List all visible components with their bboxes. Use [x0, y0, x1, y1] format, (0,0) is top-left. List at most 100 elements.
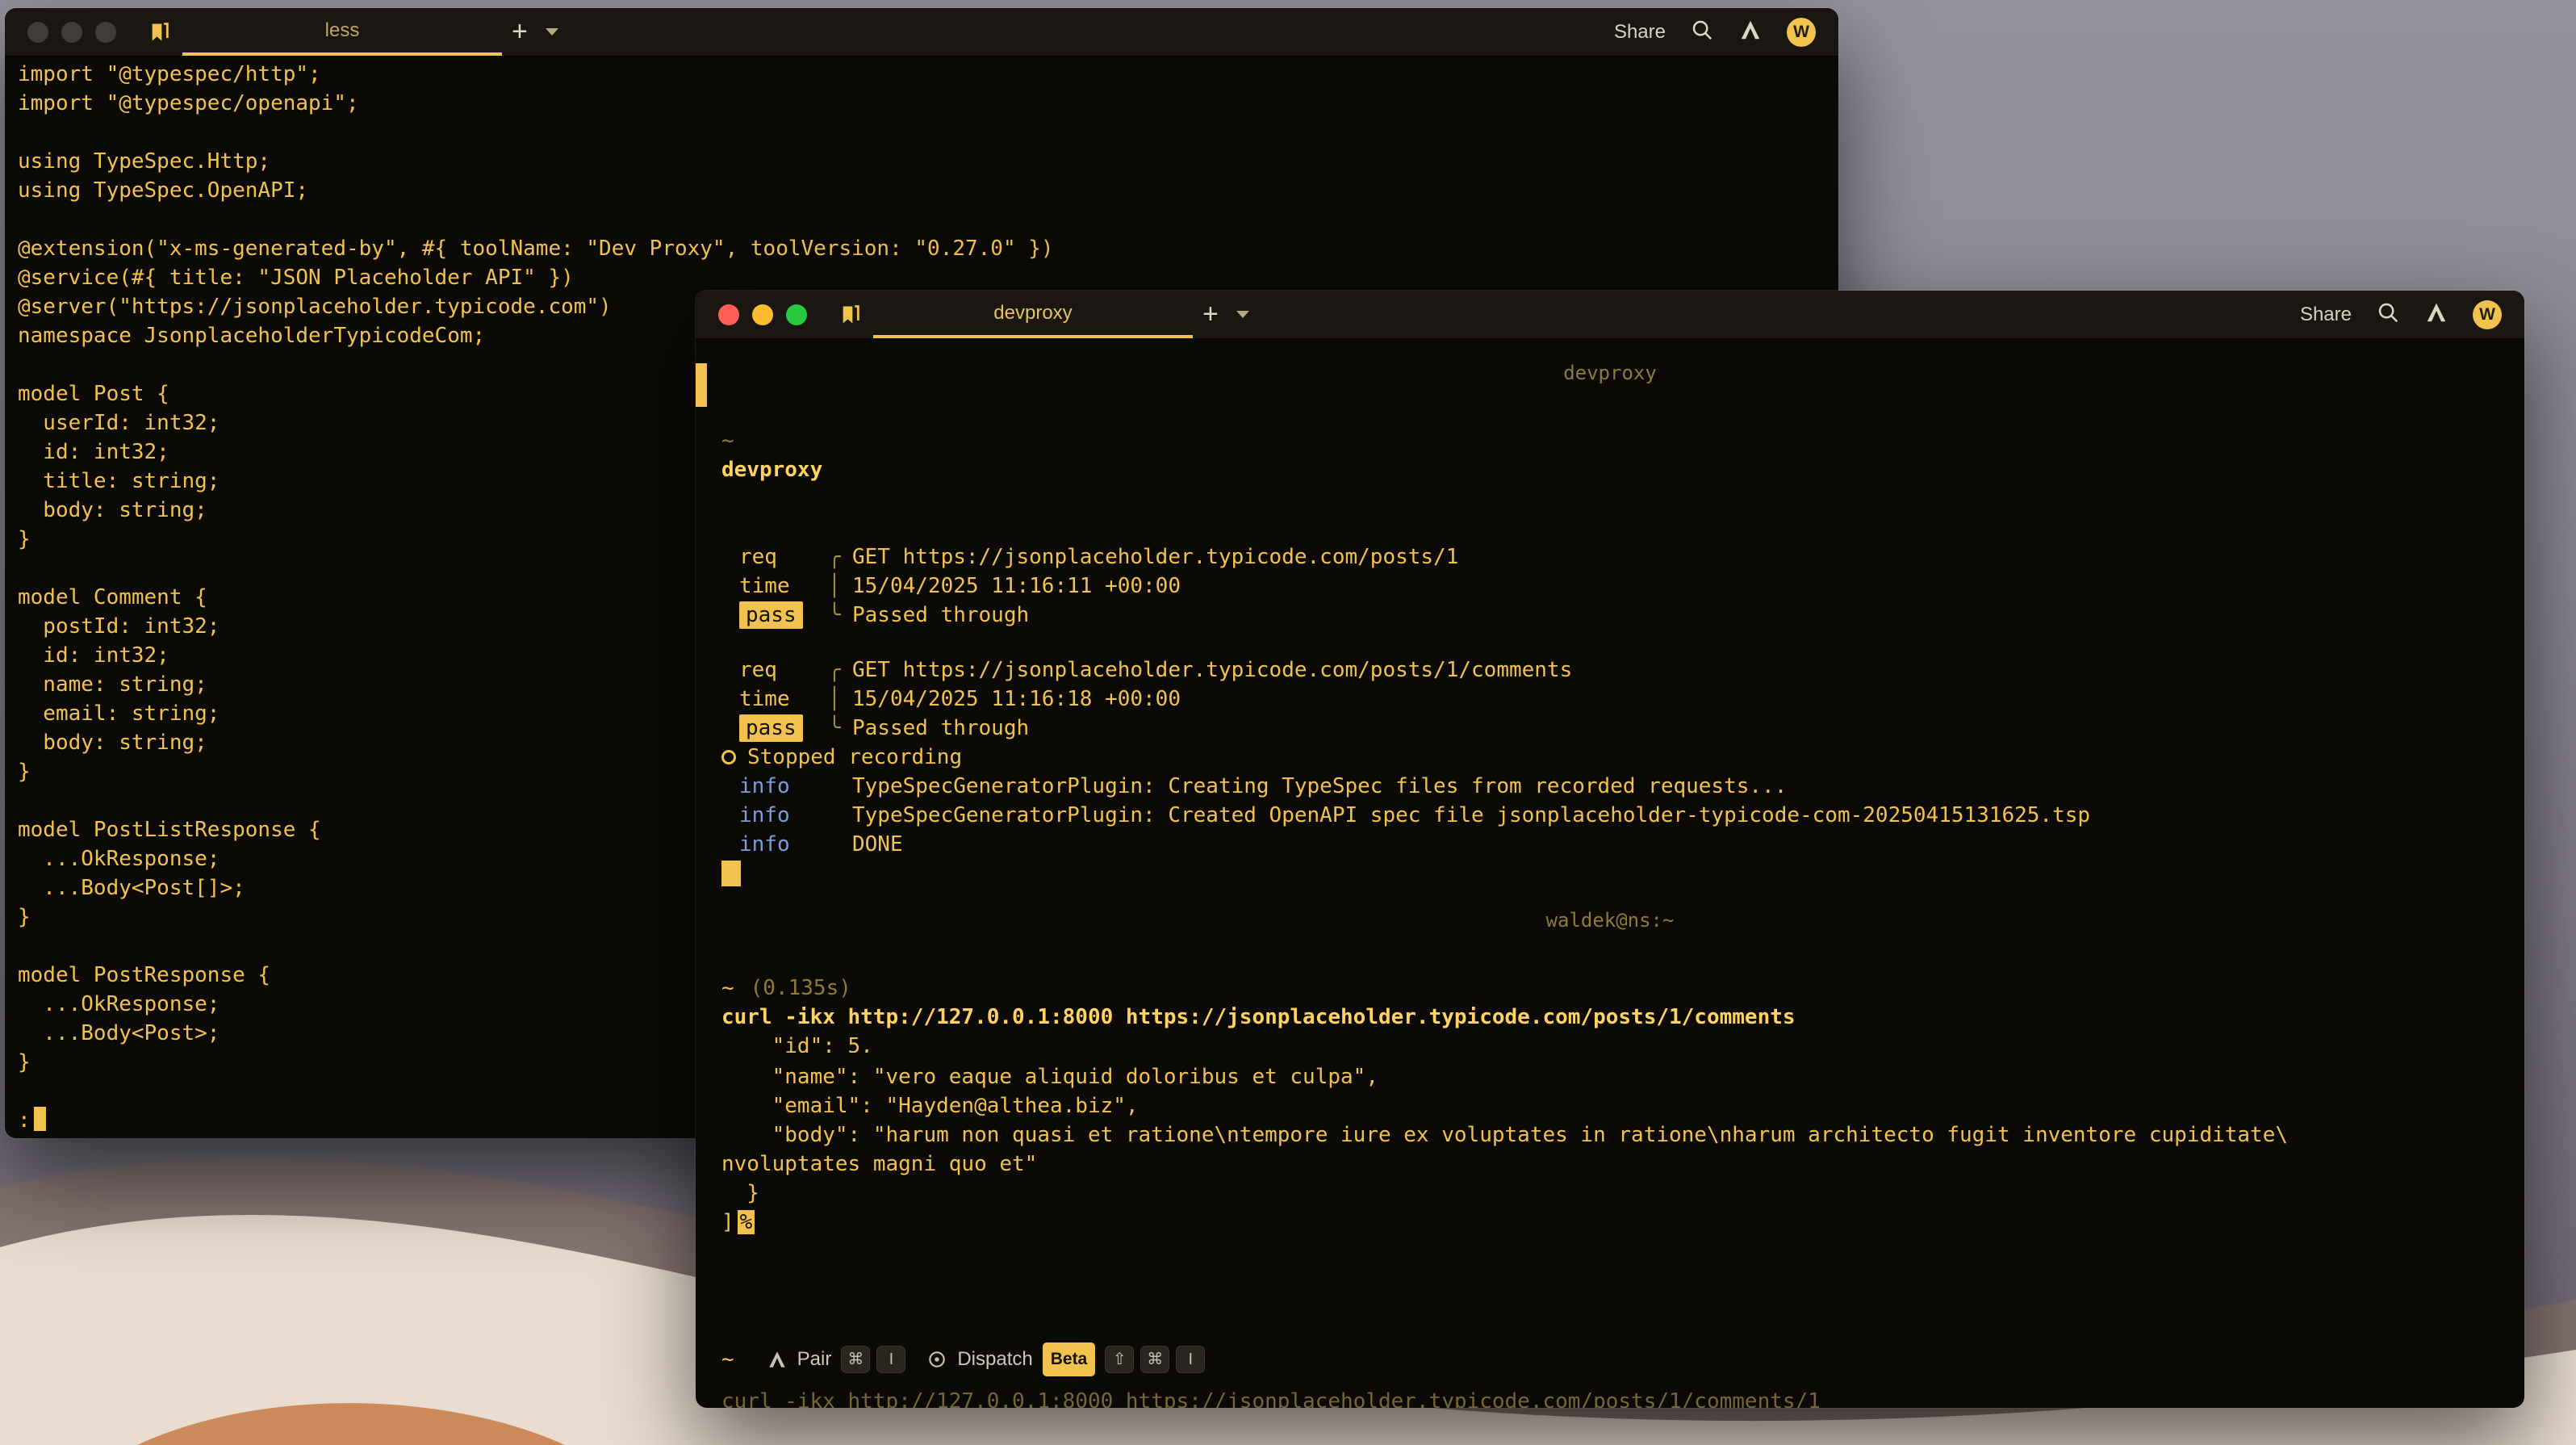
chevron-down-icon [546, 28, 558, 36]
bookmark-icon[interactable] [137, 8, 182, 56]
stop-recording-icon [721, 750, 736, 764]
pass-line: pass╰Passed through [721, 714, 2499, 743]
time-line: time│15/04/2025 11:16:18 +00:00 [721, 685, 2499, 714]
bracket-bottom: ╰ [828, 714, 852, 743]
request-line: req╭GET https://jsonplaceholder.typicode… [721, 655, 2499, 685]
request-line: req╭GET https://jsonplaceholder.typicode… [721, 542, 2499, 572]
info-label: info [739, 830, 828, 859]
spacer [828, 830, 852, 859]
info-text: DONE [852, 830, 903, 859]
new-tab-button[interactable]: + [1193, 291, 1228, 338]
pass-line: pass ╰Passed through [721, 601, 2499, 630]
avatar[interactable]: W [1787, 18, 1816, 47]
dispatch-shortcut-keys: ⇧⌘I [1105, 1346, 1205, 1373]
code-line: @extension("x-ms-generated-by", #{ toolN… [18, 234, 1838, 263]
share-button[interactable]: Share [1614, 21, 1666, 44]
code-line [18, 205, 1838, 234]
info-label: info [739, 801, 828, 830]
pair-label: Pair [797, 1345, 832, 1374]
info-line: info TypeSpecGeneratorPlugin: Created Ope… [721, 801, 2499, 830]
stopped-recording-text: Stopped recording [747, 743, 962, 772]
minimize-button[interactable] [61, 22, 82, 43]
json-line: "name": "vero eaque aliquid doloribus et… [721, 1062, 2499, 1091]
keycap: I [876, 1346, 905, 1373]
pair-button[interactable]: Pair ⌘I [767, 1345, 906, 1374]
command-curl: curl -ikx http://127.0.0.1:8000 https://… [721, 1003, 2499, 1032]
warp-logo-button[interactable] [1738, 18, 1763, 46]
dispatch-button[interactable]: Dispatch Beta ⇧⌘I [926, 1342, 1205, 1376]
warp-logo-icon [1738, 18, 1763, 42]
tab-dropdown-button[interactable] [1228, 291, 1257, 338]
tab-dropdown-button[interactable] [537, 8, 567, 56]
time-line: time│15/04/2025 11:16:11 +00:00 [721, 572, 2499, 601]
duration-label: (0.135s) [751, 974, 851, 1003]
bracket-mid: │ [828, 685, 852, 714]
code-line [18, 118, 1838, 147]
info-line: info TypeSpecGeneratorPlugin: Creating Ty… [721, 772, 2499, 801]
titlebar-back: less + Share W [5, 8, 1838, 57]
request-url: GET https://jsonplaceholder.typicode.com… [852, 542, 1458, 572]
zoom-button[interactable] [786, 304, 807, 325]
spacer [828, 801, 852, 830]
tab-less[interactable]: less [182, 8, 502, 56]
terminal-window-front[interactable]: devproxy + Share W devproxy ~ devproxy r… [696, 291, 2524, 1408]
dispatch-icon [926, 1349, 947, 1370]
chevron-down-icon [1236, 311, 1249, 318]
pass-label: pass [739, 714, 828, 743]
cursor-line [721, 861, 2499, 890]
zoom-button[interactable] [95, 22, 116, 43]
array-close: ] [721, 1210, 734, 1234]
time-label: time [739, 572, 828, 601]
keycap: I [1176, 1346, 1205, 1373]
info-label: info [739, 772, 828, 801]
pass-result: Passed through [852, 601, 1029, 630]
pager-prompt: : [18, 1108, 31, 1133]
window-controls [5, 8, 137, 56]
block-marker [696, 363, 707, 407]
warp-logo-button[interactable] [2424, 300, 2448, 329]
json-line: } [721, 1179, 2499, 1208]
code-line: using TypeSpec.OpenAPI; [18, 176, 1838, 205]
info-text: TypeSpecGeneratorPlugin: Creating TypeSp… [852, 772, 1787, 801]
bracket-mid: │ [828, 572, 852, 601]
prompt-line: ~ (0.135s) [721, 974, 2499, 1003]
minimize-button[interactable] [752, 304, 773, 325]
block-header: devproxy [696, 358, 2524, 387]
stopped-recording-line: Stopped recording [721, 743, 2499, 772]
dispatch-label: Dispatch [957, 1345, 1032, 1374]
prompt-directory: ~ [721, 426, 2499, 455]
close-button[interactable] [27, 22, 48, 43]
titlebar-front: devproxy + Share W [696, 291, 2524, 339]
request-time: 15/04/2025 11:16:18 +00:00 [852, 685, 1181, 714]
info-line: info DONE [721, 830, 2499, 859]
json-line: "email": "Hayden@althea.biz", [721, 1091, 2499, 1120]
req-label: req [739, 655, 828, 685]
command-devproxy: devproxy [721, 455, 2499, 484]
pass-label: pass [739, 601, 828, 630]
close-button[interactable] [718, 304, 739, 325]
search-icon [1690, 18, 1714, 42]
window-controls [696, 291, 828, 338]
search-button[interactable] [1690, 18, 1714, 46]
tab-devproxy[interactable]: devproxy [873, 291, 1193, 338]
history-suggestion[interactable]: curl -ikx http://127.0.0.1:8000 https://… [721, 1387, 1821, 1408]
search-button[interactable] [2376, 300, 2400, 329]
new-tab-button[interactable]: + [502, 8, 537, 56]
bracket-bottom: ╰ [828, 601, 852, 630]
keycap: ⌘ [1140, 1346, 1169, 1373]
code-line: using TypeSpec.Http; [18, 147, 1838, 176]
bookmark-icon[interactable] [828, 291, 873, 338]
cursor-block [34, 1107, 46, 1131]
pass-result: Passed through [852, 714, 1029, 743]
json-output: "name": "vero eaque aliquid doloribus et… [721, 1062, 2499, 1208]
json-clipped-line: "id": 5, [721, 1032, 2499, 1053]
pass-badge: pass [739, 601, 803, 629]
no-newline-marker: % [738, 1210, 755, 1234]
prompt-symbol: ~ [721, 974, 734, 1003]
info-text: TypeSpecGeneratorPlugin: Created OpenAPI… [852, 801, 2090, 830]
keycap: ⌘ [841, 1346, 870, 1373]
avatar[interactable]: W [2473, 300, 2502, 329]
warp-pair-icon [767, 1349, 788, 1370]
share-button[interactable]: Share [2300, 304, 2352, 326]
terminal-view[interactable]: devproxy ~ devproxy req╭GET https://json… [696, 358, 2524, 1408]
